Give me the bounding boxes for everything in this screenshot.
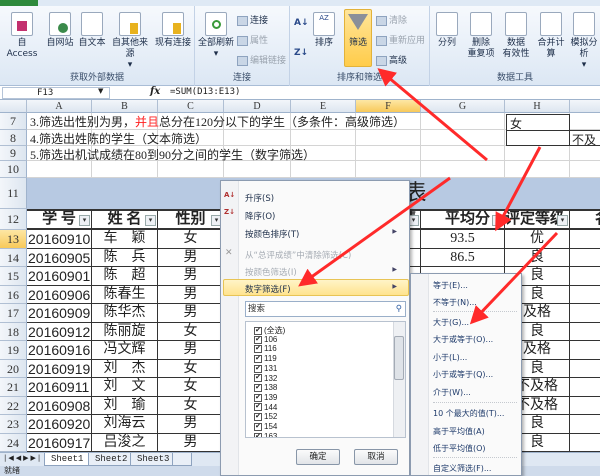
arrow-to-average-dropdown [495, 146, 542, 232]
annotation-arrows [298, 68, 559, 325]
arrow-to-greater-than [469, 231, 559, 325]
arrow-to-number-filters [298, 176, 451, 287]
arrow-to-sort-filter-group [377, 68, 488, 162]
